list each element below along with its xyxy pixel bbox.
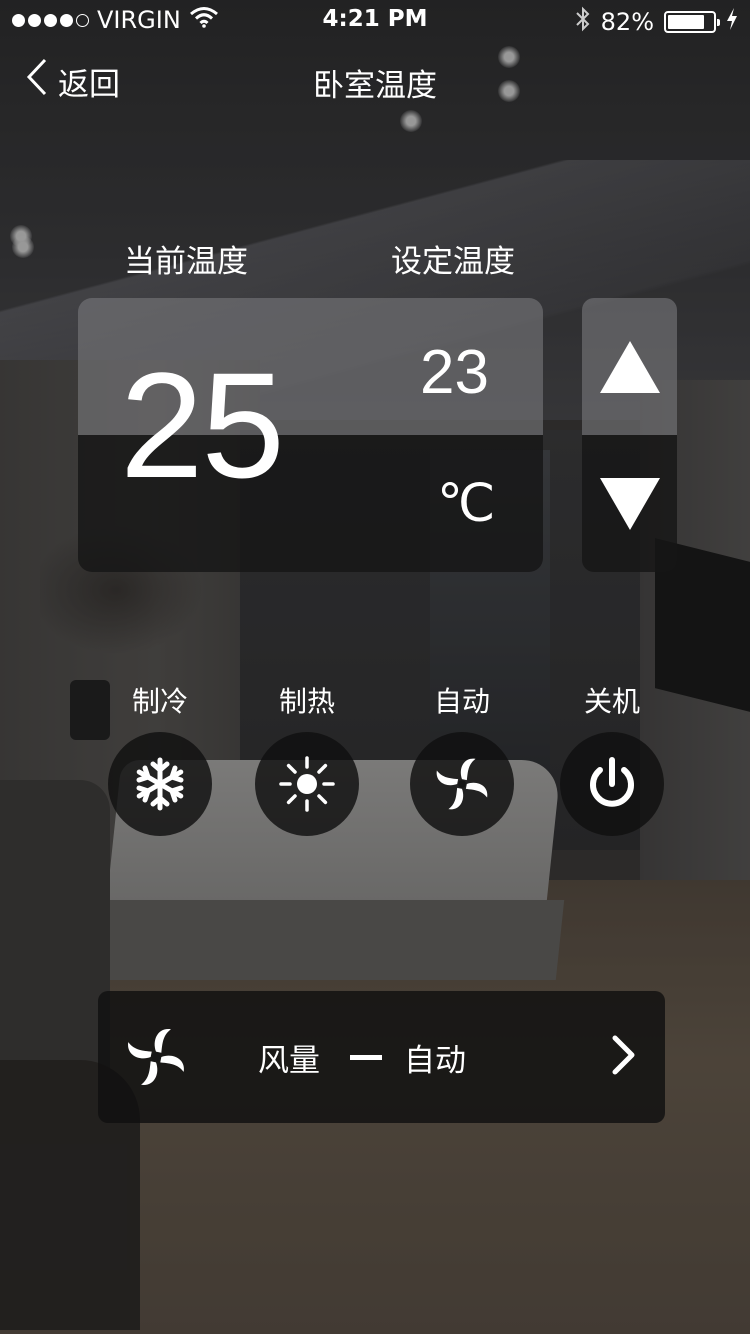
power-icon xyxy=(590,757,634,807)
chevron-right-icon xyxy=(611,1035,637,1079)
back-label: 返回 xyxy=(58,66,120,103)
separator-dash xyxy=(350,1055,382,1060)
temp-up-button[interactable] xyxy=(582,298,677,435)
mode-off-label: 关机 xyxy=(583,685,640,718)
heat-button[interactable] xyxy=(255,732,359,836)
mode-auto: 自动 xyxy=(407,680,517,836)
battery-icon xyxy=(664,11,720,33)
status-bar: VIRGIN 4:21 PM 82% xyxy=(0,0,750,40)
snowflake-icon xyxy=(136,757,184,811)
bluetooth-icon xyxy=(575,6,591,38)
temp-unit: ℃ xyxy=(437,475,496,533)
temp-down-button[interactable] xyxy=(582,435,677,572)
cool-button[interactable] xyxy=(108,732,212,836)
current-temp-label: 当前温度 xyxy=(124,244,248,280)
background-photo xyxy=(0,0,750,1334)
navigation-bar: 返回 卧室温度 xyxy=(0,52,750,108)
mode-cool: 制冷 xyxy=(105,680,215,836)
chevron-left-icon xyxy=(26,58,48,104)
set-temp-label: 设定温度 xyxy=(391,244,515,280)
fan-speed-value: 自动 xyxy=(404,1043,466,1079)
fan-icon xyxy=(124,1025,188,1093)
charging-icon xyxy=(726,8,738,36)
fan-speed-row[interactable]: 风量 自动 xyxy=(98,991,665,1123)
current-temp-value: 25 xyxy=(120,341,285,509)
power-off-button[interactable] xyxy=(560,732,664,836)
fan-icon xyxy=(436,758,488,810)
mode-auto-label: 自动 xyxy=(433,685,490,718)
mode-cool-label: 制冷 xyxy=(131,685,188,718)
back-button[interactable]: 返回 xyxy=(26,58,120,104)
set-temp-value: 23 xyxy=(420,338,489,407)
battery-percent: 82% xyxy=(600,8,654,36)
mode-heat: 制热 xyxy=(252,680,362,836)
mode-off: 关机 xyxy=(557,680,667,836)
mode-heat-label: 制热 xyxy=(278,685,335,718)
triangle-down-icon xyxy=(599,477,660,530)
fan-speed-label: 风量 xyxy=(258,1043,320,1079)
auto-button[interactable] xyxy=(410,732,514,836)
triangle-up-icon xyxy=(599,340,660,393)
temp-stepper xyxy=(582,298,677,572)
sun-icon xyxy=(279,756,335,812)
